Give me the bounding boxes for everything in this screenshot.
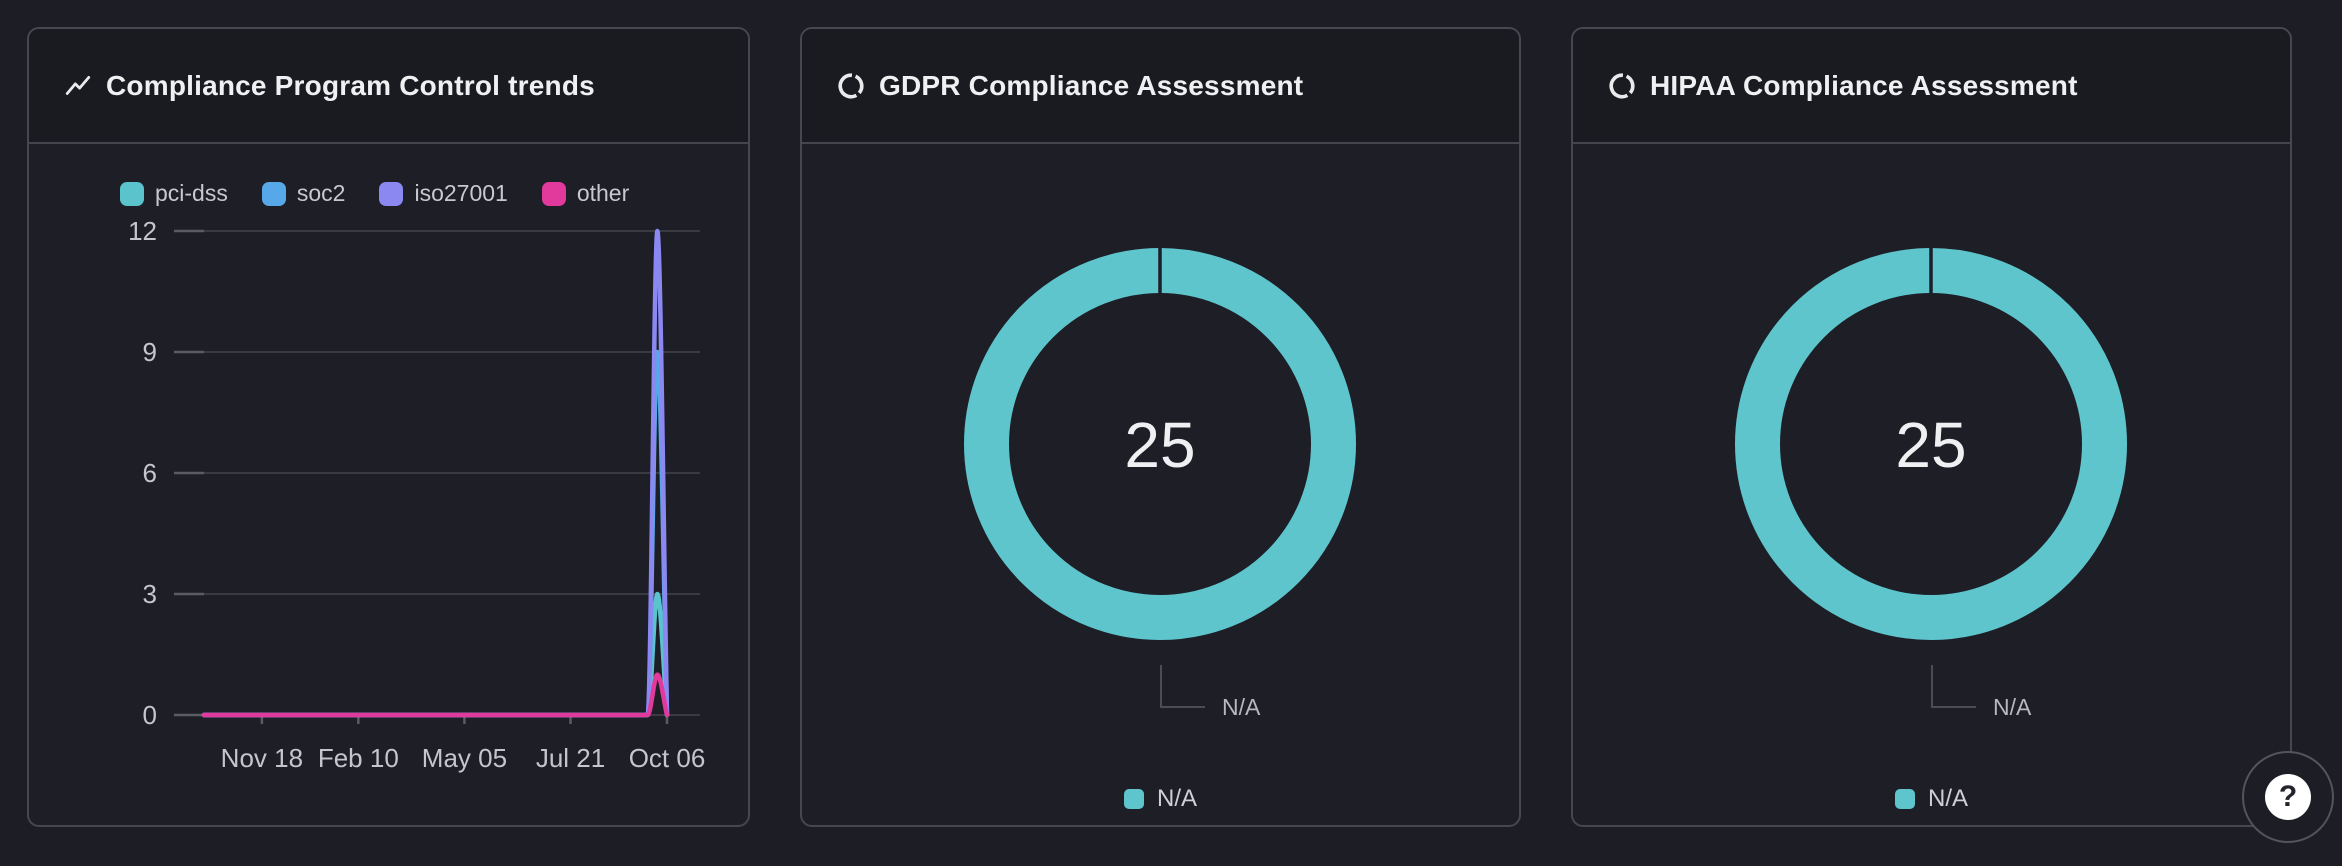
donut-center-value: 25 xyxy=(1895,409,1966,481)
donut-chart-icon xyxy=(836,71,866,101)
donut-chart-icon xyxy=(1607,71,1637,101)
trend-chart-legend: pci-dss soc2 iso27001 other xyxy=(120,180,629,207)
y-axis-label: 3 xyxy=(143,579,157,609)
hipaa-header: HIPAA Compliance Assessment xyxy=(1573,29,2290,144)
control-trends-header: Compliance Program Control trends xyxy=(29,29,748,144)
gdpr-header: GDPR Compliance Assessment xyxy=(802,29,1519,144)
hipaa-donut-legend[interactable]: N/A xyxy=(1573,785,2290,813)
x-axis-label: May 05 xyxy=(422,743,507,773)
donut-callout-label: N/A xyxy=(1222,694,1261,720)
legend-label: N/A xyxy=(1157,785,1197,813)
legend-swatch xyxy=(120,182,144,206)
series-line-soc2 xyxy=(204,352,667,715)
legend-swatch xyxy=(542,182,566,206)
card-gdpr-assessment: GDPR Compliance Assessment 25 N/A N/A xyxy=(800,27,1521,827)
gdpr-donut-legend[interactable]: N/A xyxy=(802,785,1519,813)
series-line-other xyxy=(204,675,667,715)
x-axis-label: Oct 06 xyxy=(629,743,706,773)
card-title: Compliance Program Control trends xyxy=(106,70,595,102)
card-control-trends: Compliance Program Control trends pci-ds… xyxy=(27,27,750,827)
gdpr-donut-chart: 25 N/A xyxy=(802,144,1519,827)
donut-callout-line xyxy=(1161,665,1205,707)
x-axis-label: Nov 18 xyxy=(221,743,303,773)
hipaa-donut-area: 25 N/A N/A xyxy=(1573,144,2290,827)
cards-row: Compliance Program Control trends pci-ds… xyxy=(27,27,2292,827)
x-axis-label: Jul 21 xyxy=(536,743,605,773)
x-axis-label: Feb 10 xyxy=(318,743,399,773)
donut-callout-label: N/A xyxy=(1993,694,2032,720)
legend-label: pci-dss xyxy=(155,180,228,207)
compliance-dashboard: Compliance Program Control trends pci-ds… xyxy=(0,0,2342,866)
y-axis-label: 6 xyxy=(143,458,157,488)
legend-item-other[interactable]: other xyxy=(542,180,629,207)
donut-center-value: 25 xyxy=(1124,409,1195,481)
donut-callout-line xyxy=(1932,665,1976,707)
legend-label: soc2 xyxy=(297,180,346,207)
trend-chart-area: pci-dss soc2 iso27001 other 0 3 6 9 12 Nov 18 Feb… xyxy=(29,144,748,827)
hipaa-donut-chart: 25 N/A xyxy=(1573,144,2290,827)
card-hipaa-assessment: HIPAA Compliance Assessment 25 N/A N/A xyxy=(1571,27,2292,827)
legend-label: other xyxy=(577,180,629,207)
trend-line-chart: 0 3 6 9 12 Nov 18 Feb 10 May 05 Jul 21 Oct 06 xyxy=(29,144,748,827)
card-title: HIPAA Compliance Assessment xyxy=(1650,70,2078,102)
question-mark-icon: ? xyxy=(2265,774,2311,820)
legend-item-soc2[interactable]: soc2 xyxy=(262,180,346,207)
series-line-pci-dss xyxy=(204,594,667,715)
y-axis-label: 0 xyxy=(143,700,157,730)
y-axis-label: 9 xyxy=(143,337,157,367)
trend-line-icon xyxy=(63,71,93,101)
legend-item-pci-dss[interactable]: pci-dss xyxy=(120,180,228,207)
legend-swatch xyxy=(1895,789,1915,809)
gdpr-donut-area: 25 N/A N/A xyxy=(802,144,1519,827)
y-axis-label: 12 xyxy=(128,216,157,246)
legend-swatch xyxy=(1124,789,1144,809)
legend-label: iso27001 xyxy=(414,180,507,207)
legend-swatch xyxy=(379,182,403,206)
help-button[interactable]: ? xyxy=(2242,751,2334,843)
card-title: GDPR Compliance Assessment xyxy=(879,70,1303,102)
legend-swatch xyxy=(262,182,286,206)
legend-item-iso27001[interactable]: iso27001 xyxy=(379,180,507,207)
legend-label: N/A xyxy=(1928,785,1968,813)
